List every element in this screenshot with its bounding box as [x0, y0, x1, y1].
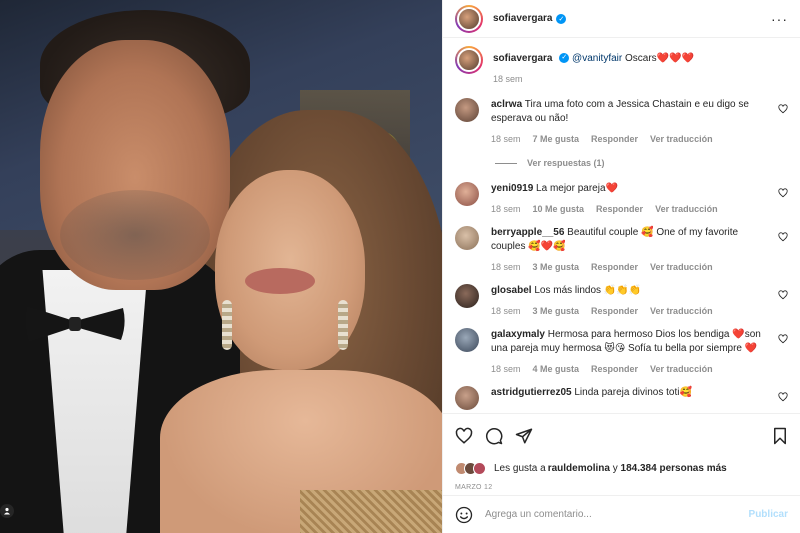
verified-badge-icon: ✓: [559, 53, 570, 64]
comment-username[interactable]: yeni0919: [491, 183, 533, 194]
author-avatar[interactable]: [455, 4, 483, 33]
comment-item: glosabel Los más lindos 👏👏👏 18 sem 3 Me …: [455, 284, 788, 316]
comment-avatar[interactable]: [455, 284, 479, 308]
tagged-users-icon[interactable]: [0, 504, 14, 518]
reply-button[interactable]: Responder: [591, 306, 638, 316]
comment-avatar[interactable]: [455, 328, 479, 352]
reply-button[interactable]: Responder: [591, 134, 638, 144]
translate-button[interactable]: Ver traducción: [650, 306, 713, 316]
comment-time[interactable]: 18 sem: [491, 364, 521, 374]
verified-badge-icon: ✓: [556, 13, 567, 24]
liker-avatars[interactable]: [455, 461, 486, 475]
comment-time[interactable]: 18 sem: [491, 134, 521, 144]
likes-summary: Les gusta a rauldemolina y 184.384 perso…: [443, 457, 800, 479]
comment-likes[interactable]: 4 Me gusta: [533, 364, 580, 374]
add-comment-bar: Publicar: [443, 495, 800, 533]
post-modal: sofiavergara ✓ ··· sofiavergara ✓ @vanit…: [0, 0, 800, 533]
caption-username[interactable]: sofiavergara: [493, 53, 552, 64]
comment-text: Tira uma foto com a Jessica Chastain e e…: [491, 99, 749, 124]
photo-dress: [300, 490, 442, 533]
translate-button[interactable]: Ver traducción: [650, 364, 713, 374]
heart-icon[interactable]: [455, 427, 473, 445]
comment-username[interactable]: aclrwa: [491, 99, 522, 110]
more-options-icon[interactable]: ···: [771, 11, 788, 27]
post-header: sofiavergara ✓ ···: [443, 0, 800, 38]
translate-button[interactable]: Ver traducción: [655, 204, 718, 214]
comment-username[interactable]: galaxymaly: [491, 329, 545, 340]
photo-earring-right: [338, 300, 348, 350]
comment-like-heart-icon[interactable]: [778, 104, 788, 114]
publish-button[interactable]: Publicar: [749, 509, 788, 520]
comment-text: Linda pareja divinos toti🥰: [574, 387, 692, 398]
photo-man-beard: [60, 190, 210, 280]
comment-likes[interactable]: 3 Me gusta: [533, 262, 580, 272]
comment-item: astridgutierrez05 Linda pareja divinos t…: [455, 386, 788, 410]
comment-likes[interactable]: 7 Me gusta: [533, 134, 580, 144]
likes-middle: y: [609, 462, 621, 474]
post-date[interactable]: MARZO 12: [443, 479, 800, 495]
caption-time[interactable]: 18 sem: [493, 74, 523, 84]
author-username[interactable]: sofiavergara: [493, 13, 552, 24]
comment-input[interactable]: [485, 509, 737, 520]
comment-avatar[interactable]: [455, 386, 479, 410]
translate-button[interactable]: Ver traducción: [650, 134, 713, 144]
comment-time[interactable]: 18 sem: [491, 306, 521, 316]
photo-bowtie: [25, 306, 125, 342]
photo-woman-lips: [245, 268, 315, 294]
comment-time[interactable]: 18 sem: [491, 204, 521, 214]
comment-likes[interactable]: 3 Me gusta: [533, 306, 580, 316]
comment-avatar[interactable]: [455, 182, 479, 206]
caption-avatar[interactable]: [455, 46, 483, 74]
view-replies-label: Ver respuestas (1): [527, 158, 605, 168]
comment-avatar[interactable]: [455, 226, 479, 250]
reply-button[interactable]: Responder: [596, 204, 643, 214]
caption-mention[interactable]: @vanityfair: [572, 53, 622, 64]
post-photo[interactable]: [0, 0, 442, 533]
comment-username[interactable]: glosabel: [491, 285, 532, 296]
post-side-panel: sofiavergara ✓ ··· sofiavergara ✓ @vanit…: [442, 0, 800, 533]
comment-emoji: ❤️: [605, 183, 618, 194]
comment-time[interactable]: 18 sem: [491, 262, 521, 272]
translate-button[interactable]: Ver traducción: [650, 262, 713, 272]
comment-item: aclrwa Tira uma foto com a Jessica Chast…: [455, 98, 788, 144]
reply-button[interactable]: Responder: [591, 364, 638, 374]
comment-like-heart-icon[interactable]: [778, 290, 788, 300]
photo-earring-left: [222, 300, 232, 350]
smiley-icon[interactable]: [455, 506, 473, 524]
caption-text: Oscars: [622, 53, 657, 64]
caption-emoji: ❤️❤️❤️: [656, 53, 695, 64]
likes-count[interactable]: 184.384 personas más: [621, 463, 727, 474]
likes-prefix: Les gusta a: [494, 462, 546, 474]
comment-item: galaxymaly Hermosa para hermoso Dios los…: [455, 328, 788, 374]
post-actions: [443, 413, 800, 457]
bookmark-icon[interactable]: [772, 427, 788, 445]
comment-like-heart-icon[interactable]: [778, 232, 788, 242]
comment-text: Los más lindos 👏👏👏: [534, 285, 642, 296]
comment-likes[interactable]: 10 Me gusta: [533, 204, 585, 214]
comment-like-heart-icon[interactable]: [778, 188, 788, 198]
comment-item: berryapple__56 Beautiful couple 🥰 One of…: [455, 226, 788, 272]
comment-username[interactable]: berryapple__56: [491, 227, 564, 238]
likes-user[interactable]: rauldemolina: [548, 463, 610, 474]
comment-item: yeni0919 La mejor pareja❤️ 18 sem 10 Me …: [455, 182, 788, 214]
view-replies-button[interactable]: Ver respuestas (1): [495, 158, 788, 168]
comment-like-heart-icon[interactable]: [778, 334, 788, 344]
comments-list[interactable]: sofiavergara ✓ @vanityfair Oscars❤️❤️❤️ …: [443, 38, 800, 413]
comment-icon[interactable]: [485, 427, 503, 445]
comment-like-heart-icon[interactable]: [778, 392, 788, 402]
reply-button[interactable]: Responder: [591, 262, 638, 272]
comment-text: La mejor pareja: [536, 183, 606, 194]
comment-avatar[interactable]: [455, 98, 479, 122]
caption: sofiavergara ✓ @vanityfair Oscars❤️❤️❤️ …: [455, 46, 788, 84]
comment-username[interactable]: astridgutierrez05: [491, 387, 572, 398]
paper-plane-icon[interactable]: [515, 427, 533, 445]
